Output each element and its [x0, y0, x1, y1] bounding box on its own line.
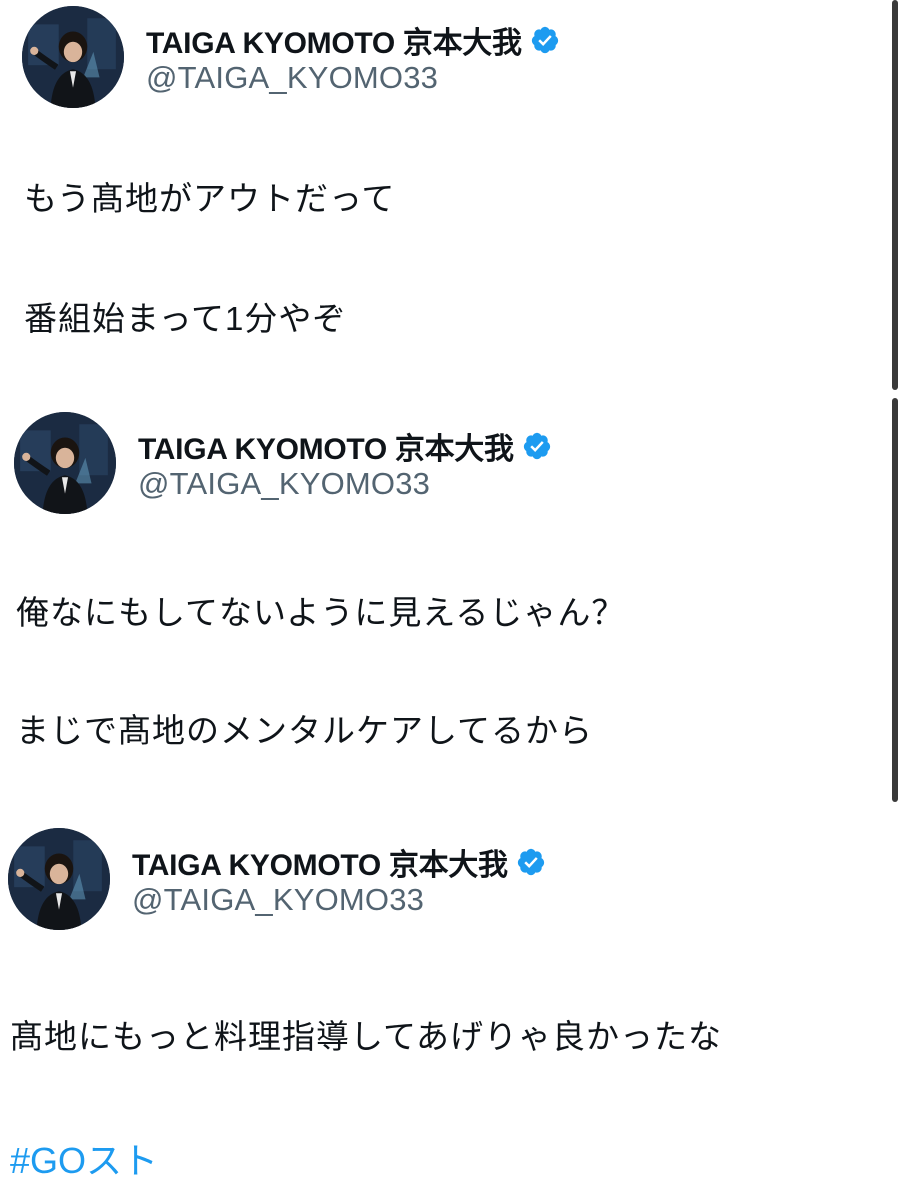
- display-name[interactable]: TAIGA KYOMOTO 京本大我: [138, 424, 514, 468]
- profile-avatar[interactable]: [8, 828, 110, 930]
- verified-badge-icon: [522, 431, 552, 461]
- author-name-row[interactable]: TAIGA KYOMOTO 京本大我: [132, 840, 546, 884]
- hashtag-link[interactable]: #GOスト: [10, 1132, 158, 1184]
- display-name[interactable]: TAIGA KYOMOTO 京本大我: [132, 840, 508, 884]
- scrollbar-thumb[interactable]: [892, 398, 898, 802]
- tweet-text-line: 髙地にもっと料理指導してあげりゃ良かったな: [10, 1018, 723, 1055]
- author-handle[interactable]: @TAIGA_KYOMO33: [132, 882, 424, 918]
- tweet-text-line: 俺なにもしてないように見えるじゃん？: [16, 594, 626, 631]
- profile-avatar[interactable]: [22, 6, 124, 108]
- author-name-row[interactable]: TAIGA KYOMOTO 京本大我: [138, 424, 552, 468]
- display-name[interactable]: TAIGA KYOMOTO 京本大我: [146, 18, 522, 62]
- avatar-portrait: [14, 412, 116, 514]
- verified-badge-icon: [530, 25, 560, 55]
- verified-badge-icon: [516, 847, 546, 877]
- author-handle[interactable]: @TAIGA_KYOMO33: [146, 60, 438, 96]
- author-handle[interactable]: @TAIGA_KYOMO33: [138, 466, 430, 502]
- avatar-portrait: [22, 6, 124, 108]
- tweet-text-line: もう髙地がアウトだって: [24, 180, 396, 217]
- avatar-portrait: [8, 828, 110, 930]
- profile-avatar[interactable]: [14, 412, 116, 514]
- author-name-row[interactable]: TAIGA KYOMOTO 京本大我: [146, 18, 560, 62]
- screenshot-canvas: TAIGA KYOMOTO 京本大我 @TAIGA_KYOMO33 もう髙地がア…: [0, 0, 900, 1200]
- tweet-text-line: まじで髙地のメンタルケアしてるから: [16, 712, 594, 749]
- scrollbar-track-segment[interactable]: [892, 0, 898, 390]
- tweet-text-line: 番組始まって1分やぞ: [24, 300, 347, 337]
